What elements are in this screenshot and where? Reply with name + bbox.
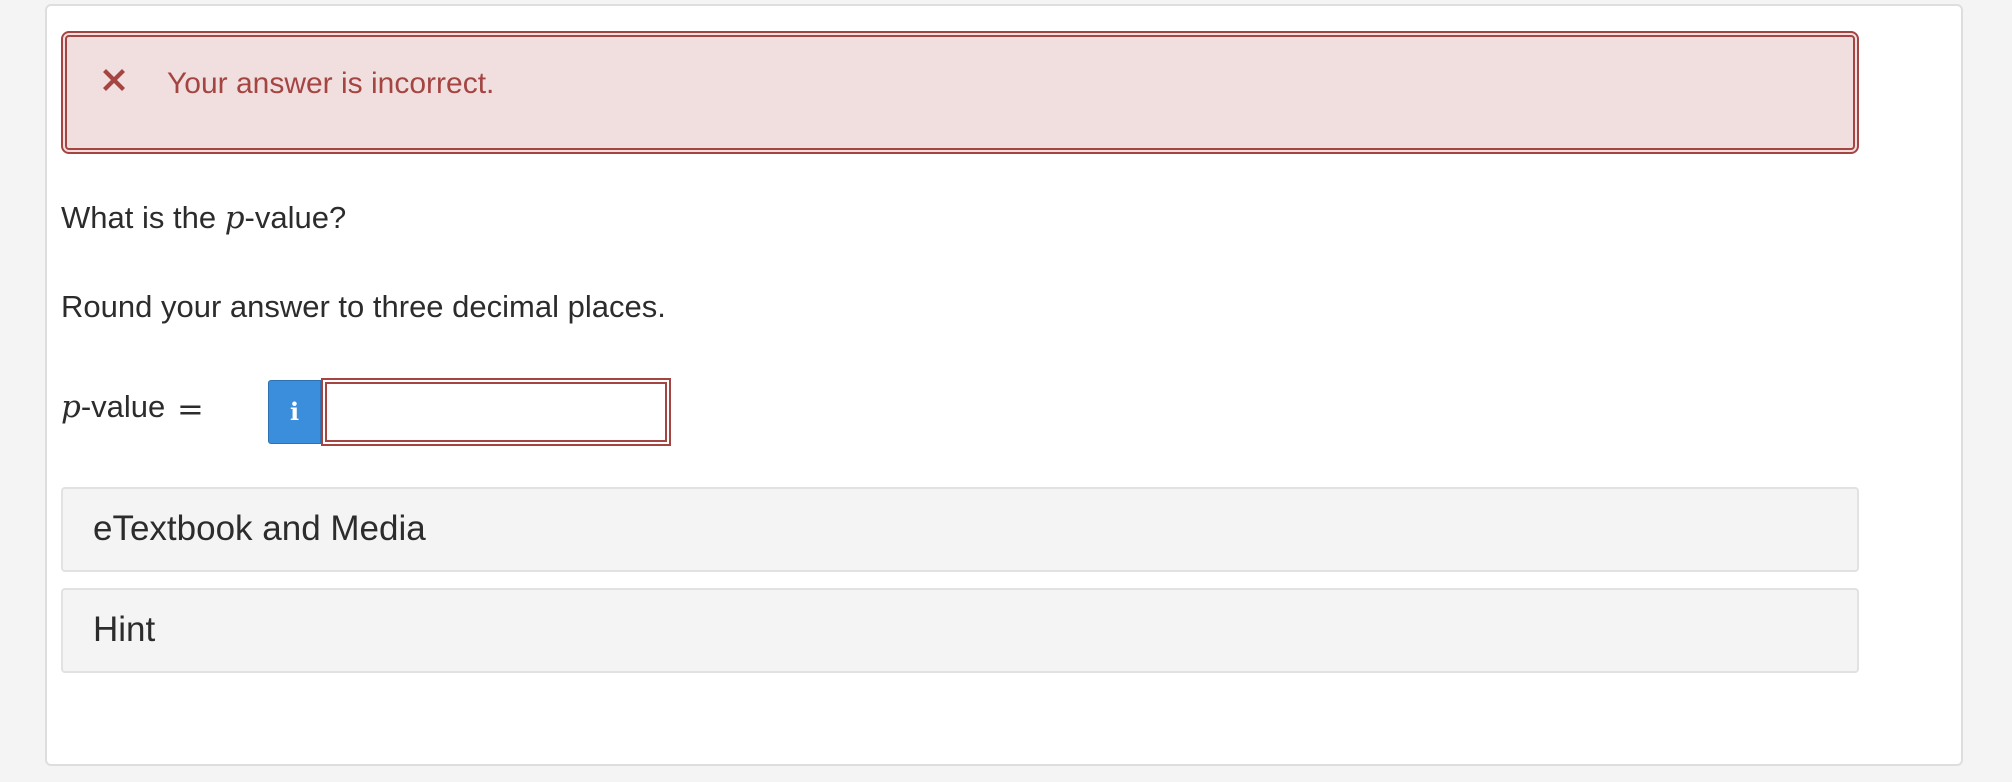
- rounding-instruction: Round your answer to three decimal place…: [61, 289, 666, 324]
- answer-label-symbol: p: [61, 389, 81, 425]
- question-text-before: What is the: [61, 200, 225, 235]
- equals-sign: =: [177, 390, 204, 428]
- close-x-icon: [103, 69, 125, 91]
- info-icon[interactable]: i: [268, 380, 321, 444]
- answer-label: p-value: [61, 389, 165, 425]
- answer-label-text: -value: [80, 389, 166, 424]
- hint-label: Hint: [93, 610, 156, 649]
- etextbook-media-label: eTextbook and Media: [93, 509, 426, 548]
- question-text: What is the p-value?: [61, 200, 346, 236]
- feedback-message: Your answer is incorrect.: [167, 67, 495, 100]
- math-symbol-p: p: [224, 200, 245, 236]
- etextbook-media-accordion[interactable]: eTextbook and Media: [61, 487, 1859, 572]
- hint-accordion[interactable]: Hint: [61, 588, 1859, 673]
- incorrect-feedback-alert: Your answer is incorrect.: [61, 31, 1859, 154]
- p-value-input[interactable]: [321, 378, 671, 446]
- question-text-after: -value?: [244, 200, 347, 235]
